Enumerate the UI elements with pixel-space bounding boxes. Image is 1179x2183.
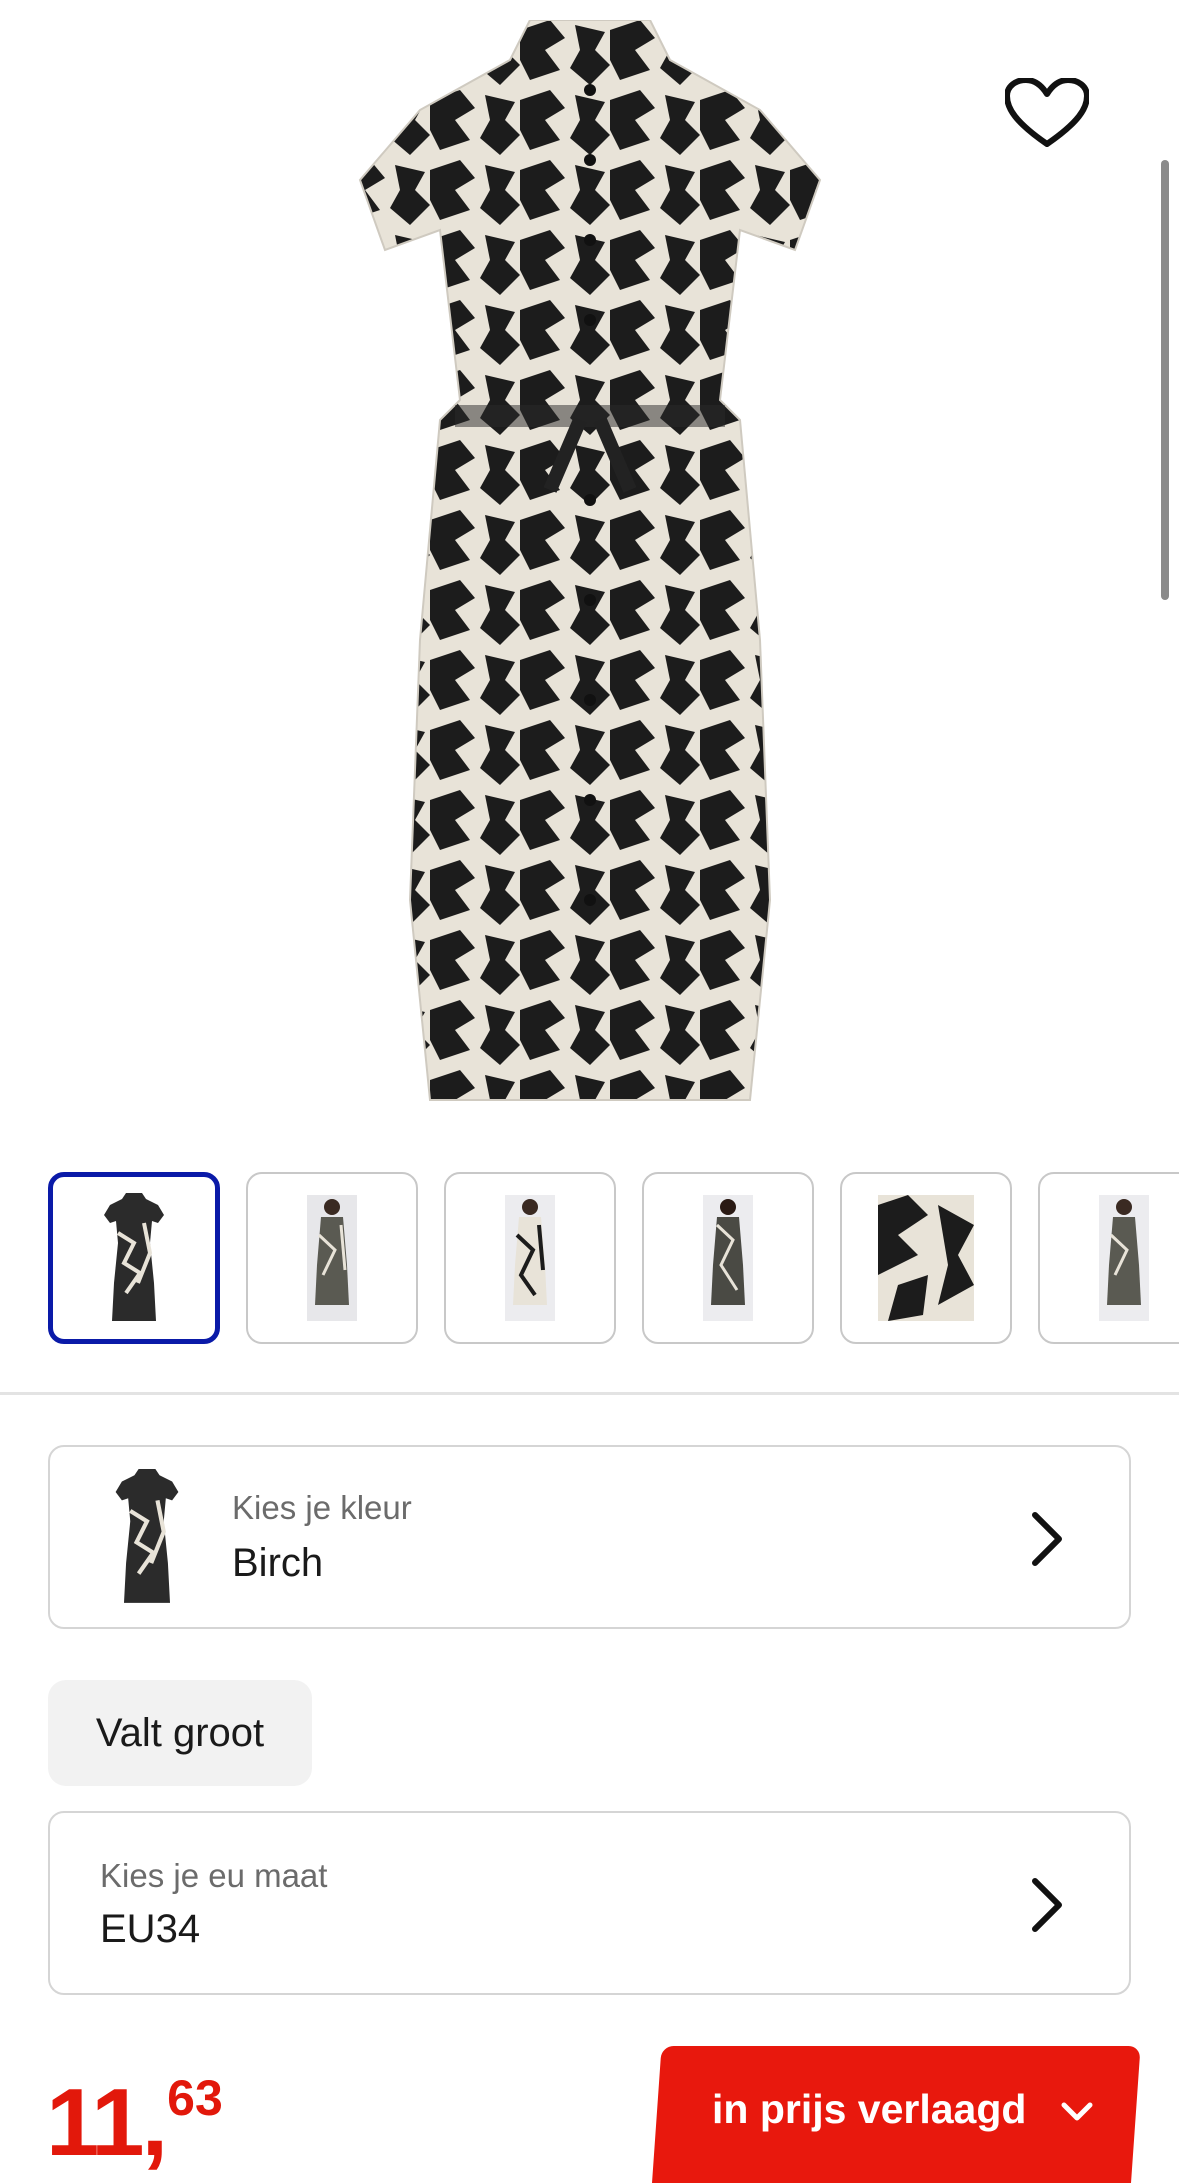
fit-tag: Valt groot: [48, 1680, 312, 1786]
dress-illustration: [358, 20, 822, 1101]
price-reduced-label: in prijs verlaagd: [712, 2086, 1027, 2132]
section-divider: [0, 1392, 1179, 1395]
chevron-down-icon: [1061, 2102, 1093, 2121]
thumbnail-strip[interactable]: [0, 1172, 1179, 1347]
price-integer: 11,: [46, 2069, 168, 2176]
size-selector[interactable]: Kies je eu maat EU34: [48, 1811, 1131, 1995]
thumb-model-side[interactable]: [1038, 1172, 1179, 1344]
color-swatch-image: [115, 1469, 179, 1603]
thumb-image: [104, 1193, 164, 1321]
heart-outline-icon[interactable]: [1005, 78, 1089, 148]
thumb-product-front[interactable]: [48, 1172, 220, 1344]
image-scrollbar[interactable]: [1161, 160, 1169, 600]
price-decimal: 63: [167, 2070, 223, 2126]
thumb-image: [1099, 1195, 1149, 1321]
color-value: Birch: [232, 1541, 324, 1585]
price: 11,63: [46, 2068, 223, 2178]
thumb-image: [307, 1195, 357, 1321]
thumb-model-back[interactable]: [642, 1172, 814, 1344]
thumb-image: [703, 1195, 753, 1321]
thumb-image: [505, 1195, 555, 1321]
product-image[interactable]: [0, 0, 1179, 1135]
thumb-model-front-2[interactable]: [444, 1172, 616, 1344]
thumb-image: [878, 1195, 974, 1321]
chevron-right-icon: [1032, 1878, 1062, 1932]
thumb-model-front[interactable]: [246, 1172, 418, 1344]
color-selector[interactable]: Kies je kleur Birch: [48, 1445, 1131, 1629]
size-value: EU34: [100, 1907, 201, 1951]
chevron-right-icon: [1032, 1512, 1062, 1566]
size-caption: Kies je eu maat: [100, 1857, 328, 1894]
color-caption: Kies je kleur: [232, 1489, 412, 1526]
thumb-detail[interactable]: [840, 1172, 1012, 1344]
